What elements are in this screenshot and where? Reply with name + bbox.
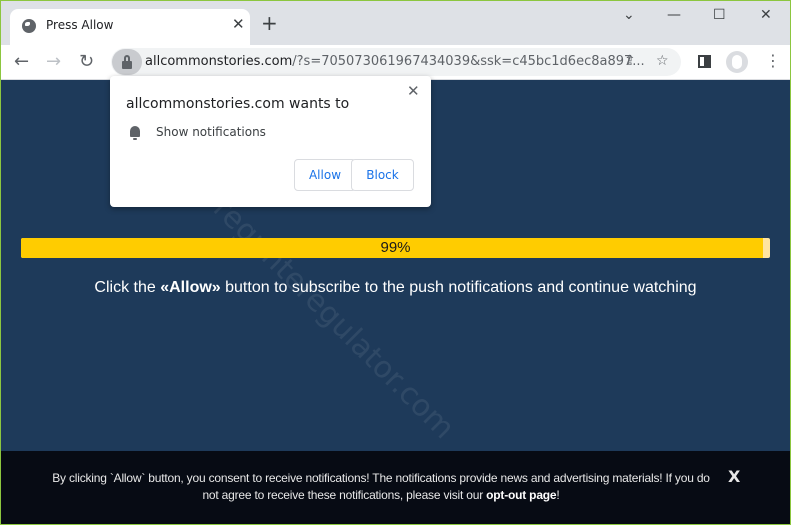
cta-allow-emphasis: «Allow» [160, 279, 221, 296]
block-button[interactable]: Block [351, 159, 414, 191]
back-button[interactable]: ← [14, 51, 29, 72]
url-path: /?s=705073061967434039&ssk=c45bc1d6ec8a8… [292, 54, 645, 69]
opt-out-link[interactable]: opt-out page [486, 488, 556, 502]
popup-title: allcommonstories.com wants to [126, 96, 350, 112]
reload-button[interactable]: ↻ [79, 51, 94, 72]
kebab-menu-icon[interactable]: ⋮ [765, 51, 781, 71]
maximize-button[interactable]: ☐ [713, 7, 726, 23]
allow-button[interactable]: Allow [294, 159, 356, 191]
tab-press-allow[interactable]: Press Allow ✕ [10, 9, 250, 45]
globe-icon [22, 19, 36, 33]
new-tab-button[interactable]: + [261, 13, 278, 33]
minimize-button[interactable]: — [667, 7, 681, 23]
cta-after: button to subscribe to the push notifica… [220, 279, 697, 296]
browser-window: Press Allow ✕ + ⌄ — ☐ ✕ ← → ↻ allcommons… [1, 1, 790, 524]
cta-before: Click the [94, 279, 161, 296]
url-text[interactable]: allcommonstories.com/?s=7050730619674340… [145, 54, 645, 69]
tab-title: Press Allow [46, 18, 114, 32]
close-window-button[interactable]: ✕ [760, 7, 772, 23]
cta-message: Click the «Allow» button to subscribe to… [1, 279, 790, 297]
share-icon[interactable]: ⇪ [624, 53, 636, 69]
permission-label: Show notifications [156, 125, 266, 139]
progress-label: 99% [380, 239, 411, 256]
site-info-button[interactable] [112, 49, 142, 75]
tab-strip: Press Allow ✕ + ⌄ — ☐ ✕ [1, 1, 790, 45]
bell-icon [130, 126, 140, 140]
bookmark-star-icon[interactable]: ☆ [656, 53, 669, 69]
tab-close-icon[interactable]: ✕ [232, 15, 245, 33]
tab-search-chevron-icon[interactable]: ⌄ [623, 7, 635, 23]
notification-permission-popup: allcommonstories.com wants to ✕ Show not… [110, 76, 431, 207]
consent-footer: By clicking `Allow` button, you consent … [1, 451, 790, 524]
progress-bar: 99% [21, 238, 770, 258]
url-host: allcommonstories.com [145, 54, 293, 69]
address-bar[interactable]: allcommonstories.com/?s=7050730619674340… [111, 48, 681, 76]
lock-icon-body [122, 61, 132, 69]
consent-suffix: ! [556, 488, 560, 502]
consent-text: By clicking `Allow` button, you consent … [46, 470, 716, 504]
footer-close-icon[interactable]: X [728, 467, 740, 486]
consent-body: By clicking `Allow` button, you consent … [52, 471, 710, 502]
side-panel-icon[interactable] [698, 55, 711, 68]
popup-close-icon[interactable]: ✕ [407, 82, 420, 100]
watermark: regunteregulator.com [206, 191, 462, 447]
browser-toolbar: ← → ↻ allcommonstories.com/?s=7050730619… [1, 45, 790, 80]
forward-button[interactable]: → [46, 51, 61, 72]
profile-avatar[interactable] [726, 51, 748, 73]
